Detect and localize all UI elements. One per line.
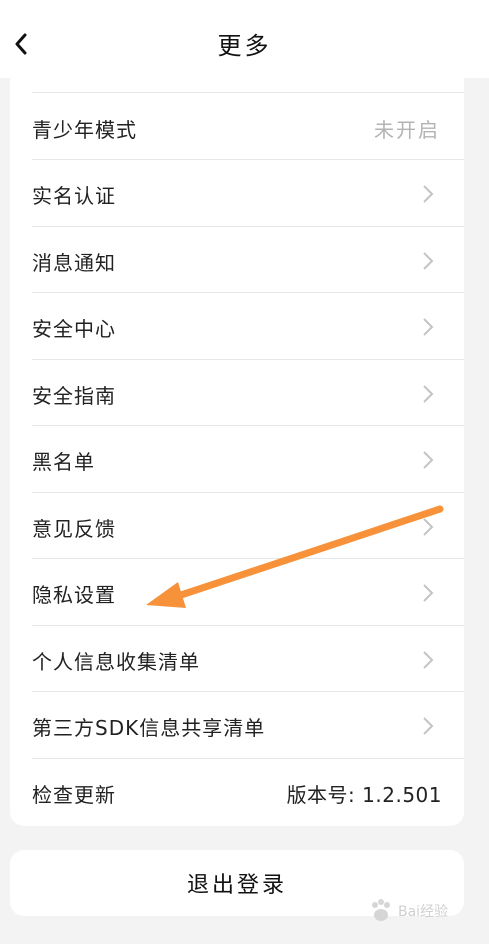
chevron-right-icon: [423, 518, 434, 536]
divider: [32, 292, 464, 293]
settings-item-label: 意见反馈: [32, 516, 116, 541]
app-header: 更多: [0, 0, 489, 78]
divider: [32, 359, 464, 360]
settings-item-security-center[interactable]: 安全中心: [32, 294, 464, 360]
chevron-right-icon: [423, 451, 434, 469]
divider: [32, 159, 464, 160]
settings-item-label: 第三方SDK信息共享清单: [32, 715, 266, 740]
divider: [32, 691, 464, 692]
settings-item-real-name[interactable]: 实名认证: [32, 161, 464, 227]
chevron-right-icon: [423, 584, 434, 602]
watermark-text: Bai经验: [398, 904, 449, 920]
chevron-right-icon: [423, 185, 434, 203]
chevron-right-icon: [423, 252, 434, 270]
settings-item-label: 检查更新: [32, 782, 116, 807]
settings-list: 青少年模式 未开启 实名认证 消息通知 安全中心 安全指南 黑名单 意见反馈 隐…: [10, 78, 464, 826]
divider: [32, 92, 464, 93]
settings-item-personal-info-list[interactable]: 个人信息收集清单: [32, 627, 464, 693]
settings-item-label: 安全指南: [32, 383, 116, 408]
page-title: 更多: [217, 32, 272, 60]
paw-icon: [372, 899, 390, 921]
divider: [32, 758, 464, 759]
divider: [32, 226, 464, 227]
settings-item-third-party-sdk[interactable]: 第三方SDK信息共享清单: [32, 693, 464, 759]
divider: [32, 625, 464, 626]
settings-item-privacy[interactable]: 隐私设置: [32, 560, 464, 626]
chevron-right-icon: [423, 717, 434, 735]
divider: [32, 425, 464, 426]
settings-item-label: 黑名单: [32, 449, 95, 474]
settings-item-label: 安全中心: [32, 316, 116, 341]
settings-item-blacklist[interactable]: 黑名单: [32, 427, 464, 493]
settings-item-label: 消息通知: [32, 250, 116, 275]
divider: [32, 558, 464, 559]
divider: [32, 492, 464, 493]
settings-item-check-update[interactable]: 检查更新 版本号: 1.2.501: [32, 760, 464, 826]
version-number: 版本号: 1.2.501: [286, 782, 442, 807]
settings-item-label: 实名认证: [32, 183, 116, 208]
settings-item-label: 隐私设置: [32, 582, 116, 607]
watermark: Bai经验: [368, 893, 478, 929]
settings-item-youth-mode[interactable]: 青少年模式 未开启: [32, 95, 464, 161]
chevron-right-icon: [423, 651, 434, 669]
chevron-right-icon: [423, 318, 434, 336]
youth-mode-status: 未开启: [374, 117, 440, 142]
chevron-right-icon: [423, 385, 434, 403]
settings-item-label: 青少年模式: [32, 117, 137, 142]
settings-item-label: 个人信息收集清单: [32, 649, 200, 674]
settings-item-security-guide[interactable]: 安全指南: [32, 361, 464, 427]
settings-item-feedback[interactable]: 意见反馈: [32, 494, 464, 560]
settings-item-notifications[interactable]: 消息通知: [32, 228, 464, 294]
